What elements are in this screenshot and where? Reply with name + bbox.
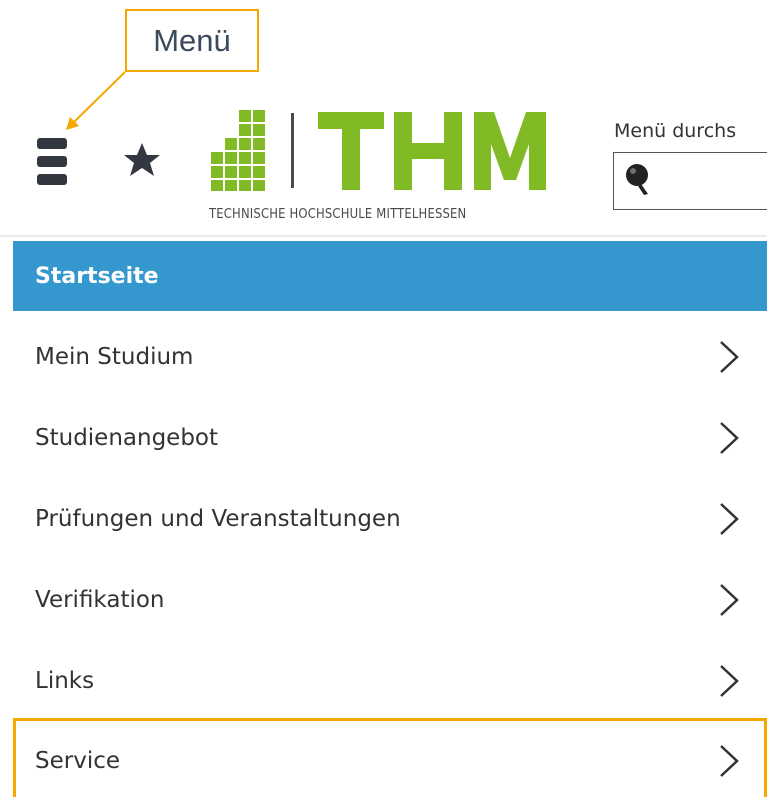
nav-item-label: Prüfungen und Veranstaltungen	[35, 505, 401, 532]
chevron-right-icon	[720, 664, 739, 697]
hamburger-icon[interactable]	[37, 138, 67, 185]
chevron-right-icon	[720, 583, 739, 616]
search-icon	[626, 164, 648, 195]
search-input[interactable]	[613, 152, 767, 210]
nav-item-pruefungen[interactable]: Prüfungen und Veranstaltungen	[13, 478, 767, 559]
nav-item-studienangebot[interactable]: Studienangebot	[13, 397, 767, 478]
star-icon[interactable]	[120, 138, 164, 182]
logo-subtitle: TECHNISCHE HOCHSCHULE MITTELHESSEN	[209, 206, 467, 222]
header-divider	[0, 235, 767, 237]
nav-item-label: Service	[35, 748, 121, 774]
nav-item-label: Studienangebot	[35, 424, 219, 451]
nav-list: Mein Studium Studienangebot Prüfungen un…	[13, 316, 767, 797]
annotation-callout: Menü	[125, 9, 259, 72]
annotation-label: Menü	[153, 22, 231, 58]
nav-item-label: Mein Studium	[35, 343, 194, 370]
nav-item-label: Links	[35, 667, 95, 694]
nav-item-mein-studium[interactable]: Mein Studium	[13, 316, 767, 397]
nav-title-startseite[interactable]: Startseite	[13, 241, 767, 311]
nav-item-verifikation[interactable]: Verifikation	[13, 559, 767, 640]
search-label: Menü durchs	[614, 120, 737, 142]
nav-item-links[interactable]: Links	[13, 640, 767, 721]
chevron-right-icon	[720, 502, 739, 535]
page: Menü TECHNISCHE HOCHSCHULE MITTELHESSEN …	[0, 0, 767, 797]
chevron-right-icon	[720, 745, 739, 777]
chevron-right-icon	[720, 340, 739, 373]
nav-item-label: Verifikation	[35, 586, 165, 613]
nav-item-service[interactable]: Service	[13, 718, 767, 797]
chevron-right-icon	[720, 421, 739, 454]
